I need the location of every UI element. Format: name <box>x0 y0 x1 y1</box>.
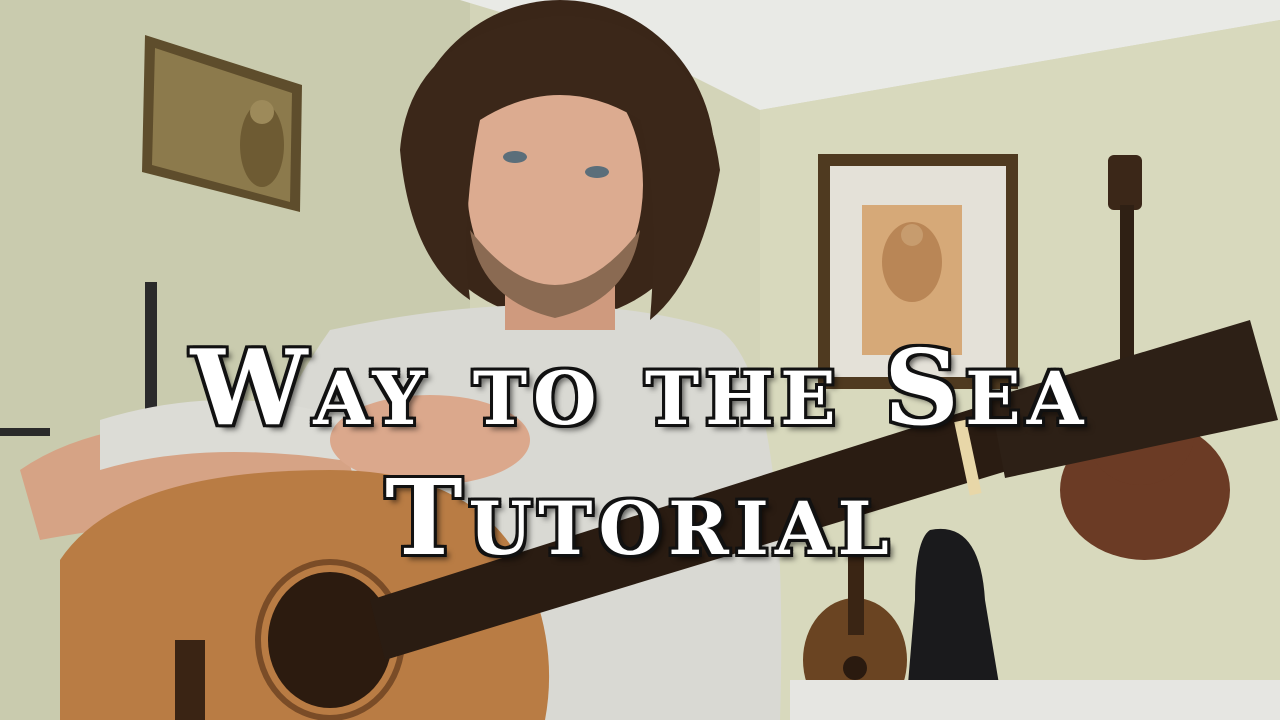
title-line-1: Way to the Sea <box>190 326 1090 449</box>
video-thumbnail: Way to the Sea Tutorial <box>0 0 1280 720</box>
baseboard <box>790 680 1280 720</box>
title-line-2: Tutorial <box>385 456 895 579</box>
